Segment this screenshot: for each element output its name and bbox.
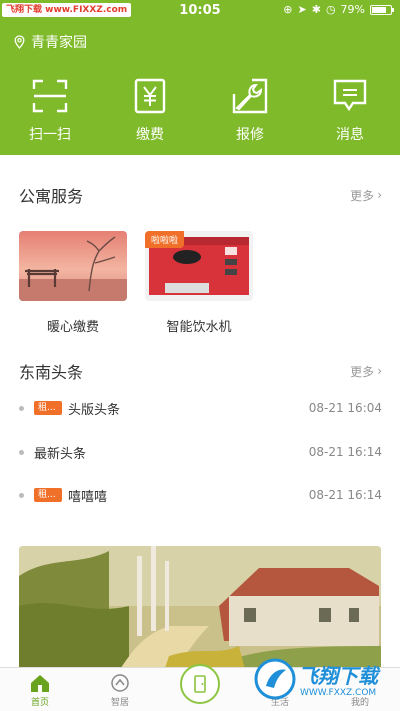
- watermark-bottom: 飞翔下载 WWW.FXXZ.COM: [252, 654, 392, 704]
- tab-smart-home[interactable]: 智居: [90, 668, 150, 708]
- location-pin-icon: [14, 35, 25, 49]
- location-arrow-icon: ➤: [297, 3, 307, 16]
- tab-home[interactable]: 首页: [10, 668, 70, 708]
- bluetooth-icon: ✱: [311, 3, 321, 16]
- watermark-logo-icon: [254, 658, 296, 700]
- action-scan[interactable]: 扫一扫: [0, 78, 100, 144]
- message-icon: [333, 79, 367, 112]
- news-header: 东南头条 更多 ›: [19, 359, 382, 383]
- service-warm-payment-label: 暖心缴费: [46, 320, 99, 335]
- quick-actions: 扫一扫 缴费 报修 消息: [0, 78, 400, 144]
- water-dispenser-badge: 啦啦啦: [145, 231, 185, 248]
- bullet-dot: [19, 492, 24, 498]
- header: 飞翔下载 www.FIXXZ.com 10:05 ⊕ ➤ ✱ ◷ 79% 青青家…: [0, 0, 400, 155]
- news-item[interactable]: 租... 嘻嘻嘻 08-21 16:14: [19, 485, 382, 505]
- news-tag: 租...: [34, 488, 62, 502]
- apartment-services-title: 公寓服务: [19, 187, 84, 206]
- door-icon: [194, 675, 206, 693]
- action-repair-label: 报修: [236, 127, 264, 143]
- service-warm-payment[interactable]: 暖心缴费: [18, 231, 128, 335]
- battery-fill: [372, 6, 387, 13]
- chevron-right-icon: ›: [377, 364, 382, 378]
- more-label: 更多: [350, 364, 375, 379]
- news-item-time: 08-21 16:04: [308, 401, 382, 415]
- apartment-services-header: 公寓服务 更多 ›: [19, 183, 382, 207]
- tab-home-label: 首页: [30, 698, 49, 708]
- home-icon: [31, 675, 49, 692]
- watermark-text: 飞翔下载: [298, 664, 378, 688]
- status-bar: 飞翔下载 www.FIXXZ.com 10:05 ⊕ ➤ ✱ ◷ 79%: [0, 0, 400, 22]
- news-title: 东南头条: [19, 363, 84, 382]
- news-item-time: 08-21 16:14: [308, 488, 382, 502]
- bullet-dot: [19, 405, 24, 411]
- service-smart-water-dispenser-label: 智能饮水机: [166, 320, 232, 335]
- action-repair[interactable]: 报修: [200, 78, 300, 144]
- news-item-title: 头版头条: [68, 402, 121, 418]
- location-selector[interactable]: 青青家园: [14, 32, 87, 52]
- action-pay-label: 缴费: [136, 127, 164, 143]
- center-door-button[interactable]: [180, 664, 220, 704]
- status-icons: ⊕ ➤ ✱ ◷ 79%: [283, 3, 394, 16]
- chevron-right-icon: ›: [377, 188, 382, 202]
- apartment-services-more-link[interactable]: 更多 ›: [350, 187, 382, 204]
- wrench-icon: [232, 78, 268, 114]
- bullet-dot: [19, 449, 24, 455]
- news-item[interactable]: 最新头条 08-21 16:14: [19, 442, 382, 462]
- news-more-link[interactable]: 更多 ›: [350, 363, 382, 380]
- watermark-url: WWW.FXXZ.COM: [300, 688, 377, 698]
- water-dispenser-image: 啦啦啦: [145, 231, 253, 301]
- news-item[interactable]: 租... 头版头条 08-21 16:04: [19, 398, 382, 418]
- clock-icon: ◷: [325, 3, 336, 16]
- action-pay[interactable]: 缴费: [100, 78, 200, 144]
- action-scan-label: 扫一扫: [29, 127, 71, 143]
- action-messages[interactable]: 消息: [300, 78, 400, 144]
- news-item-title: 嘻嘻嘻: [68, 489, 108, 505]
- location-name: 青青家园: [31, 35, 87, 51]
- battery-icon: [370, 4, 394, 15]
- service-smart-water-dispenser[interactable]: 啦啦啦 智能饮水机: [144, 231, 254, 335]
- scan-icon: [32, 79, 68, 113]
- battery-percent: 79%: [340, 3, 365, 16]
- action-messages-label: 消息: [336, 127, 364, 143]
- smart-home-icon: [111, 674, 129, 692]
- more-label: 更多: [350, 188, 375, 203]
- apartment-services-card: 公寓服务 更多 › 暖心缴费 啦啦啦 智能饮水机: [0, 155, 400, 345]
- news-tag: 租...: [34, 401, 62, 415]
- yen-icon: [134, 78, 166, 114]
- warm-payment-image: [19, 231, 127, 301]
- news-item-title: 最新头条: [34, 446, 87, 462]
- news-item-time: 08-21 16:14: [308, 445, 382, 459]
- tab-smart-home-label: 智居: [110, 698, 129, 708]
- alarm-icon: ⊕: [283, 3, 293, 16]
